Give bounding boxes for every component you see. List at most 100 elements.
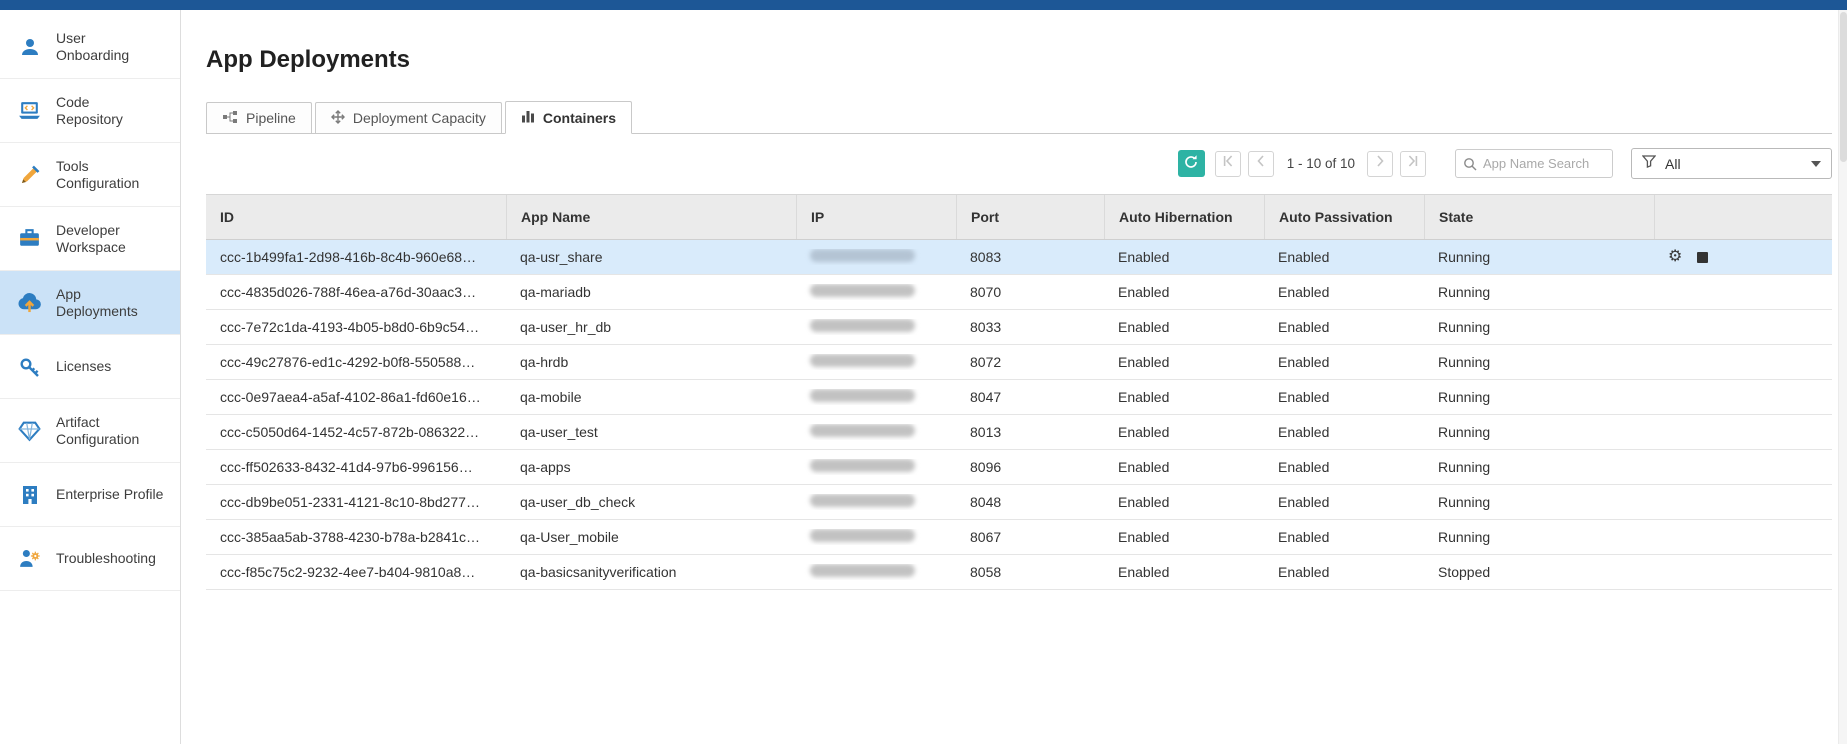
first-page-icon	[1221, 154, 1235, 173]
sidebar-item-label: Developer Workspace	[56, 222, 126, 256]
cell-app-name: qa-apps	[506, 459, 796, 475]
table-row[interactable]: ccc-f85c75c2-9232-4ee7-b404-9810a8…qa-ba…	[206, 555, 1832, 590]
cell-port: 8072	[956, 354, 1104, 370]
cell-auto-hibernation: Enabled	[1104, 284, 1264, 300]
sidebar-item-app-deployments[interactable]: App Deployments	[0, 271, 180, 335]
cell-ip	[796, 319, 956, 335]
previous-page-icon	[1254, 154, 1268, 173]
scrollbar-thumb[interactable]	[1840, 12, 1847, 162]
cell-id: ccc-f85c75c2-9232-4ee7-b404-9810a8…	[206, 564, 506, 580]
sidebar-item-label: Licenses	[56, 358, 111, 375]
table-row[interactable]: ccc-c5050d64-1452-4c57-872b-086322…qa-us…	[206, 415, 1832, 450]
pipeline-icon	[222, 110, 238, 127]
sidebar-item-user-onboarding[interactable]: User Onboarding	[0, 15, 180, 79]
main-content: App Deployments Pipeline Deployment Capa…	[182, 10, 1847, 744]
settings-gear-icon[interactable]: ⚙	[1668, 249, 1682, 265]
table-row[interactable]: ccc-385aa5ab-3788-4230-b78a-b2841c…qa-Us…	[206, 520, 1832, 555]
developer-workspace-icon	[16, 225, 43, 252]
cell-auto-passivation: Enabled	[1264, 319, 1424, 335]
code-repository-icon	[16, 97, 43, 124]
cell-auto-passivation: Enabled	[1264, 284, 1424, 300]
redacted-ip-value	[810, 494, 915, 507]
cell-port: 8083	[956, 249, 1104, 265]
scrollbar[interactable]	[1838, 10, 1847, 744]
pagination-range: 1 - 10 of 10	[1287, 156, 1355, 171]
column-header-app-name: App Name	[506, 195, 796, 239]
cell-app-name: qa-user_test	[506, 424, 796, 440]
cell-auto-hibernation: Enabled	[1104, 564, 1264, 580]
cell-ip	[796, 284, 956, 300]
sidebar-item-enterprise-profile[interactable]: Enterprise Profile	[0, 463, 180, 527]
cell-auto-hibernation: Enabled	[1104, 459, 1264, 475]
cell-id: ccc-4835d026-788f-46ea-a76d-30aac3…	[206, 284, 506, 300]
next-page-icon	[1373, 154, 1387, 173]
cell-app-name: qa-user_hr_db	[506, 319, 796, 335]
filter-select[interactable]: All	[1631, 148, 1832, 179]
previous-page-button[interactable]	[1248, 151, 1274, 177]
sidebar-item-developer-workspace[interactable]: Developer Workspace	[0, 207, 180, 271]
cell-ip	[796, 494, 956, 510]
cell-state: Running	[1424, 494, 1654, 510]
sidebar-item-label: Code Repository	[56, 94, 123, 128]
cell-id: ccc-1b499fa1-2d98-416b-8c4b-960e68…	[206, 249, 506, 265]
tab-containers[interactable]: Containers	[505, 101, 632, 134]
cell-port: 8070	[956, 284, 1104, 300]
refresh-button[interactable]	[1178, 150, 1205, 177]
redacted-ip-value	[810, 424, 915, 437]
cell-state: Stopped	[1424, 564, 1654, 580]
sidebar-item-label: User Onboarding	[56, 30, 129, 64]
sidebar-item-label: App Deployments	[56, 286, 138, 320]
table-row[interactable]: ccc-0e97aea4-a5af-4102-86a1-fd60e16…qa-m…	[206, 380, 1832, 415]
table-row[interactable]: ccc-4835d026-788f-46ea-a76d-30aac3…qa-ma…	[206, 275, 1832, 310]
cell-app-name: qa-usr_share	[506, 249, 796, 265]
cell-auto-passivation: Enabled	[1264, 389, 1424, 405]
cell-port: 8096	[956, 459, 1104, 475]
cell-id: ccc-0e97aea4-a5af-4102-86a1-fd60e16…	[206, 389, 506, 405]
sidebar-item-artifact-configuration[interactable]: Artifact Configuration	[0, 399, 180, 463]
cell-port: 8058	[956, 564, 1104, 580]
table-row[interactable]: ccc-7e72c1da-4193-4b05-b8d0-6b9c54…qa-us…	[206, 310, 1832, 345]
column-header-auto-passivation: Auto Passivation	[1264, 195, 1424, 239]
cell-state: Running	[1424, 249, 1654, 265]
cell-port: 8067	[956, 529, 1104, 545]
stop-icon[interactable]	[1697, 252, 1708, 263]
table-row[interactable]: ccc-ff502633-8432-41d4-97b6-996156…qa-ap…	[206, 450, 1832, 485]
tab-label: Pipeline	[246, 110, 296, 126]
redacted-ip-value	[810, 459, 915, 472]
cell-app-name: qa-hrdb	[506, 354, 796, 370]
cloud-upload-icon	[16, 289, 43, 316]
page-title: App Deployments	[206, 46, 1832, 74]
cell-state: Running	[1424, 424, 1654, 440]
cell-state: Running	[1424, 284, 1654, 300]
artifact-icon	[16, 417, 43, 444]
first-page-button[interactable]	[1215, 151, 1241, 177]
cell-app-name: qa-User_mobile	[506, 529, 796, 545]
redacted-ip-value	[810, 529, 915, 542]
table-row[interactable]: ccc-db9be051-2331-4121-8c10-8bd277…qa-us…	[206, 485, 1832, 520]
sidebar-item-tools-configuration[interactable]: Tools Configuration	[0, 143, 180, 207]
sidebar-item-code-repository[interactable]: Code Repository	[0, 79, 180, 143]
user-icon	[16, 33, 43, 60]
sidebar-item-licenses[interactable]: Licenses	[0, 335, 180, 399]
table-toolbar: 1 - 10 of 10 All	[206, 148, 1832, 179]
cell-ip	[796, 354, 956, 370]
last-page-button[interactable]	[1400, 151, 1426, 177]
cell-auto-hibernation: Enabled	[1104, 494, 1264, 510]
table-row[interactable]: ccc-1b499fa1-2d98-416b-8c4b-960e68…qa-us…	[206, 240, 1832, 275]
deployment-capacity-icon	[331, 110, 345, 127]
cell-ip	[796, 389, 956, 405]
filter-value: All	[1665, 156, 1802, 172]
search-input[interactable]	[1455, 149, 1613, 178]
table-body: ccc-1b499fa1-2d98-416b-8c4b-960e68…qa-us…	[206, 240, 1832, 590]
cell-ip	[796, 564, 956, 580]
tab-pipeline[interactable]: Pipeline	[206, 102, 312, 133]
tab-bar: Pipeline Deployment Capacity Containers	[206, 101, 1832, 134]
cell-auto-passivation: Enabled	[1264, 529, 1424, 545]
sidebar-item-troubleshooting[interactable]: Troubleshooting	[0, 527, 180, 591]
next-page-button[interactable]	[1367, 151, 1393, 177]
tab-deployment-capacity[interactable]: Deployment Capacity	[315, 102, 502, 133]
table-row[interactable]: ccc-49c27876-ed1c-4292-b0f8-550588…qa-hr…	[206, 345, 1832, 380]
sidebar-item-label: Enterprise Profile	[56, 486, 163, 503]
column-header-port: Port	[956, 195, 1104, 239]
cell-state: Running	[1424, 529, 1654, 545]
